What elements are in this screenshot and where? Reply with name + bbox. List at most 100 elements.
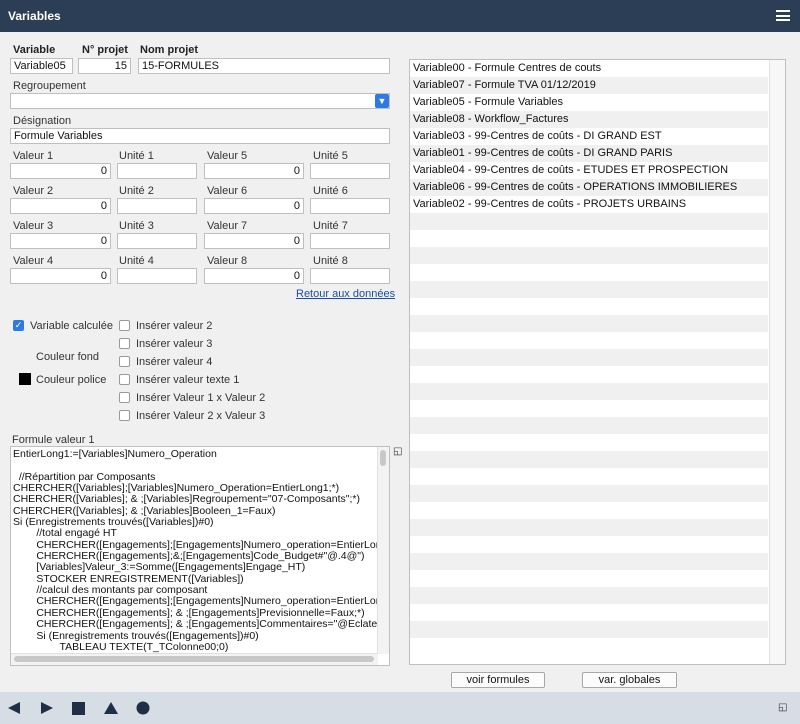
expand-editor-icon[interactable]: ◱ [393,446,402,457]
inserer-valeur-3-checkbox[interactable] [119,338,130,349]
empty-list-row [410,281,768,298]
list-item[interactable]: Variable05 - Formule Variables [410,94,768,111]
empty-list-row [410,264,768,281]
variables-list[interactable]: Variable00 - Formule Centres de couts Var… [409,59,786,665]
list-item[interactable]: Variable01 - 99-Centres de coûts - DI GR… [410,145,768,162]
unite-4-field[interactable] [117,268,197,284]
valeur-4-field[interactable]: 0 [10,268,111,284]
list-item[interactable]: Variable08 - Workflow_Factures [410,111,768,128]
inserer-valeur-4-label: Insérer valeur 4 [136,356,213,368]
valeur-8-label: Valeur 8 [207,255,248,267]
list-item[interactable]: Variable02 - 99-Centres de coûts - PROJE… [410,196,768,213]
variable-label: Variable [13,44,56,56]
valeur-8-field[interactable]: 0 [204,268,304,284]
unite-7-field[interactable] [310,233,390,249]
empty-list-row [410,434,768,451]
empty-list-row [410,247,768,264]
unite-8-field[interactable] [310,268,390,284]
inserer-valeur-texte-1-label: Insérer valeur texte 1 [136,374,240,386]
unite-7-label: Unité 7 [313,220,348,232]
designation-label: Désignation [13,115,72,127]
unite-5-field[interactable] [310,163,390,179]
valeur-7-label: Valeur 7 [207,220,248,232]
variables-list-scrollbar[interactable] [769,60,785,664]
empty-list-row [410,621,768,638]
empty-list-row [410,298,768,315]
empty-list-row [410,417,768,434]
valeur-4-label: Valeur 4 [13,255,54,267]
regroupement-select[interactable]: ▼ [10,93,390,109]
list-item[interactable]: Variable04 - 99-Centres de coûts - ETUDE… [410,162,768,179]
valeur-2-label: Valeur 2 [13,185,54,197]
valeur-5-field[interactable]: 0 [204,163,304,179]
inserer-valeur-texte-1-checkbox[interactable] [119,374,130,385]
empty-list-row [410,366,768,383]
empty-list-row [410,230,768,247]
formule-code[interactable]: EntierLong1:=[Variables]Numero_Operation… [11,447,389,655]
num-projet-label: N° projet [82,44,128,56]
empty-list-row [410,536,768,553]
circle-icon[interactable] [136,701,150,715]
chevron-down-icon[interactable]: ▼ [375,94,389,108]
list-item[interactable]: Variable06 - 99-Centres de coûts - OPERA… [410,179,768,196]
inserer-valeur-2x3-label: Insérer Valeur 2 x Valeur 3 [136,410,266,422]
designation-field[interactable]: Formule Variables [10,128,390,144]
empty-list-row [410,553,768,570]
inserer-valeur-1x2-label: Insérer Valeur 1 x Valeur 2 [136,392,266,404]
formule-horizontal-scrollbar[interactable] [11,653,378,665]
list-item[interactable]: Variable07 - Formule TVA 01/12/2019 [410,77,768,94]
unite-5-label: Unité 5 [313,150,348,162]
empty-list-row [410,638,768,655]
var-globales-button[interactable]: var. globales [582,672,677,688]
empty-list-row [410,468,768,485]
nom-projet-field[interactable]: 15-FORMULES [138,58,390,74]
inserer-valeur-2-checkbox[interactable] [119,320,130,331]
num-projet-field[interactable]: 15 [78,58,131,74]
empty-list-row [410,400,768,417]
voir-formules-button[interactable]: voir formules [451,672,545,688]
resize-icon[interactable]: ◱ [778,702,787,713]
valeur-2-field[interactable]: 0 [10,198,111,214]
valeur-5-label: Valeur 5 [207,150,248,162]
unite-1-field[interactable] [117,163,197,179]
title-bar: Variables [0,0,800,32]
valeur-1-label: Valeur 1 [13,150,54,162]
retour-aux-donnees-link[interactable]: Retour aux données [296,288,395,300]
hamburger-menu-icon[interactable] [776,10,790,21]
up-triangle-icon[interactable] [103,701,119,715]
valeur-6-label: Valeur 6 [207,185,248,197]
valeur-7-field[interactable]: 0 [204,233,304,249]
inserer-valeur-1x2-checkbox[interactable] [119,392,130,403]
unite-8-label: Unité 8 [313,255,348,267]
formule-label: Formule valeur 1 [12,434,95,446]
unite-6-field[interactable] [310,198,390,214]
unite-3-field[interactable] [117,233,197,249]
formule-vertical-scrollbar[interactable] [377,447,389,654]
empty-list-row [410,502,768,519]
empty-list-row [410,570,768,587]
unite-2-label: Unité 2 [119,185,154,197]
variable-field[interactable]: Variable05 [10,58,73,74]
next-triangle-icon[interactable] [40,701,54,715]
empty-list-row [410,213,768,230]
variable-calculee-checkbox[interactable]: ✓ [13,320,24,331]
unite-2-field[interactable] [117,198,197,214]
unite-6-label: Unité 6 [313,185,348,197]
valeur-3-field[interactable]: 0 [10,233,111,249]
list-item[interactable]: Variable00 - Formule Centres de couts [410,60,768,77]
inserer-valeur-2x3-checkbox[interactable] [119,410,130,421]
unite-3-label: Unité 3 [119,220,154,232]
empty-list-row [410,519,768,536]
valeur-6-field[interactable]: 0 [204,198,304,214]
stop-square-icon[interactable] [72,702,85,715]
list-item[interactable]: Variable03 - 99-Centres de coûts - DI GR… [410,128,768,145]
empty-list-row [410,383,768,400]
variable-calculee-label: Variable calculée [30,320,113,332]
couleur-police-swatch[interactable] [19,373,31,385]
valeur-1-field[interactable]: 0 [10,163,111,179]
couleur-police-label: Couleur police [36,374,107,386]
previous-triangle-icon[interactable] [7,701,21,715]
inserer-valeur-4-checkbox[interactable] [119,356,130,367]
formule-editor[interactable]: EntierLong1:=[Variables]Numero_Operation… [10,446,390,666]
window-title: Variables [8,9,61,23]
